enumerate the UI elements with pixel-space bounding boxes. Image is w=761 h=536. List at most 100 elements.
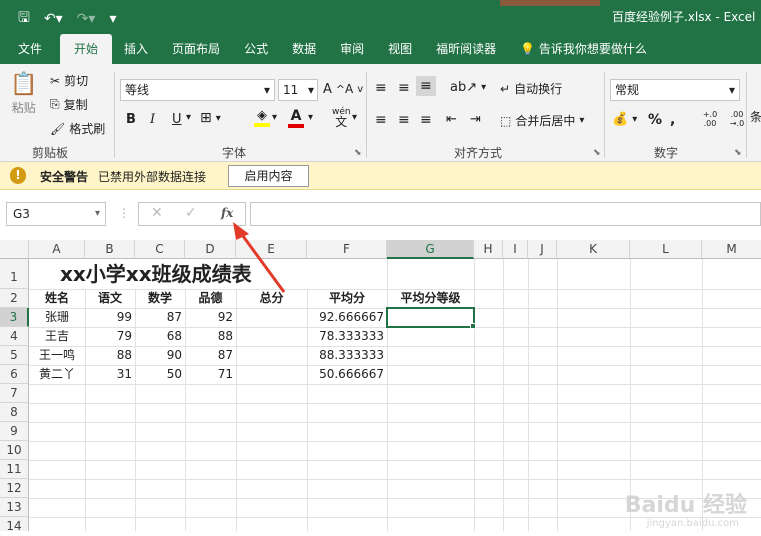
decrease-indent-icon[interactable]: ⇤ bbox=[446, 112, 457, 127]
cell-chinese[interactable]: 99 bbox=[85, 308, 135, 327]
cell-math[interactable]: 50 bbox=[135, 365, 185, 384]
row-header-13[interactable]: 13 bbox=[0, 498, 29, 517]
column-header-l[interactable]: L bbox=[630, 240, 702, 259]
cut-button[interactable]: ✂ 剪切 bbox=[50, 72, 88, 89]
tab-foxit[interactable]: 福昕阅读器 bbox=[424, 34, 508, 64]
insert-function-icon[interactable]: fx bbox=[221, 206, 233, 220]
column-header-f[interactable]: F bbox=[307, 240, 387, 259]
conditional-formatting-button[interactable]: 条 bbox=[750, 108, 761, 125]
font-dialog-launcher-icon[interactable]: ⬊ bbox=[354, 148, 362, 158]
enter-check-icon[interactable]: ✓ bbox=[185, 205, 197, 221]
paste-button[interactable]: 📋 粘贴 bbox=[10, 72, 37, 116]
header-average-grade[interactable]: 平均分等级 bbox=[387, 289, 474, 308]
tab-data[interactable]: 数据 bbox=[280, 34, 328, 64]
column-header-i[interactable]: I bbox=[503, 240, 528, 259]
row-header-9[interactable]: 9 bbox=[0, 422, 29, 441]
column-header-m[interactable]: M bbox=[702, 240, 761, 259]
cell-name[interactable]: 王吉 bbox=[29, 327, 85, 346]
font-name-select[interactable]: 等线 ▾ bbox=[120, 79, 275, 101]
fill-color-dropdown-icon[interactable]: ▾ bbox=[272, 112, 277, 123]
orientation-icon[interactable]: ab↗ ▾ bbox=[450, 80, 486, 95]
header-chinese[interactable]: 语文 bbox=[85, 289, 135, 308]
cell-name[interactable]: 王一鸣 bbox=[29, 346, 85, 365]
format-painter-button[interactable]: 🖌 格式刷 bbox=[50, 120, 105, 137]
column-header-k[interactable]: K bbox=[557, 240, 630, 259]
row-header-12[interactable]: 12 bbox=[0, 479, 29, 498]
phonetic-guide-button[interactable]: wén 文 bbox=[332, 107, 351, 128]
wrap-text-button[interactable]: ↵ 自动换行 bbox=[500, 80, 562, 97]
name-box[interactable]: G3 ▾ bbox=[6, 202, 106, 226]
tell-me-search[interactable]: 💡 告诉我你想要做什么 bbox=[508, 34, 659, 64]
header-math[interactable]: 数学 bbox=[135, 289, 185, 308]
tab-home[interactable]: 开始 bbox=[60, 34, 113, 64]
accounting-format-icon[interactable]: 💰 ▾ bbox=[612, 112, 637, 127]
worksheet-grid[interactable]: A B C D E F G H I J K L M 1 2 3 4 5 6 7 … bbox=[0, 240, 761, 533]
number-dialog-launcher-icon[interactable]: ⬊ bbox=[734, 148, 742, 158]
sheet-title[interactable]: xx小学xx班级成绩表 bbox=[60, 259, 252, 289]
increase-indent-icon[interactable]: ⇥ bbox=[470, 112, 481, 127]
active-cell-g3[interactable] bbox=[386, 307, 475, 328]
column-header-e[interactable]: E bbox=[236, 240, 307, 259]
formula-input[interactable] bbox=[250, 202, 761, 226]
font-color-button[interactable]: A bbox=[288, 108, 304, 128]
cell-morality[interactable]: 87 bbox=[185, 346, 236, 365]
row-header-14[interactable]: 14 bbox=[0, 517, 29, 533]
increase-font-button[interactable]: A ^ bbox=[323, 82, 345, 97]
decrease-decimal-button[interactable]: .00 →.0 bbox=[726, 110, 748, 128]
cell-average[interactable]: 50.666667 bbox=[307, 365, 387, 384]
header-total[interactable]: 总分 bbox=[236, 289, 307, 308]
copy-button[interactable]: ⎘ 复制 bbox=[50, 96, 88, 113]
phonetic-dropdown-icon[interactable]: ▾ bbox=[352, 112, 357, 123]
align-top-icon[interactable]: ≡ bbox=[375, 80, 387, 96]
cancel-icon[interactable]: ✕ bbox=[151, 205, 163, 221]
cell-math[interactable]: 87 bbox=[135, 308, 185, 327]
column-header-c[interactable]: C bbox=[135, 240, 185, 259]
cell-name[interactable]: 张珊 bbox=[29, 308, 85, 327]
undo-icon[interactable]: ↶▾ bbox=[44, 11, 63, 27]
tab-review[interactable]: 审阅 bbox=[328, 34, 376, 64]
save-icon[interactable]: 🖫 bbox=[18, 7, 30, 31]
fill-handle[interactable] bbox=[470, 323, 476, 329]
align-center-icon[interactable]: ≡ bbox=[398, 112, 410, 128]
column-header-b[interactable]: B bbox=[85, 240, 135, 259]
cell-chinese[interactable]: 79 bbox=[85, 327, 135, 346]
cell-average[interactable]: 92.666667 bbox=[307, 308, 387, 327]
row-header-2[interactable]: 2 bbox=[0, 289, 29, 308]
percent-button[interactable]: % bbox=[648, 112, 662, 128]
tab-insert[interactable]: 插入 bbox=[112, 34, 160, 64]
cell-math[interactable]: 68 bbox=[135, 327, 185, 346]
enable-content-button[interactable]: 启用内容 bbox=[228, 165, 309, 187]
borders-button[interactable]: ⊞ ▾ bbox=[200, 110, 221, 126]
cell-math[interactable]: 90 bbox=[135, 346, 185, 365]
align-bottom-icon[interactable]: ≡ bbox=[416, 76, 436, 96]
column-header-h[interactable]: H bbox=[474, 240, 503, 259]
cell-chinese[interactable]: 31 bbox=[85, 365, 135, 384]
customize-qat-icon[interactable]: ▾ bbox=[109, 11, 116, 27]
merge-center-button[interactable]: ⬚ 合并后居中 ▾ bbox=[500, 112, 584, 129]
row-header-8[interactable]: 8 bbox=[0, 403, 29, 422]
bold-button[interactable]: B bbox=[126, 112, 136, 127]
row-header-4[interactable]: 4 bbox=[0, 327, 29, 346]
row-header-5[interactable]: 5 bbox=[0, 346, 29, 365]
tab-view[interactable]: 视图 bbox=[376, 34, 424, 64]
column-header-g[interactable]: G bbox=[387, 240, 474, 259]
underline-button[interactable]: U bbox=[172, 112, 182, 127]
align-left-icon[interactable]: ≡ bbox=[375, 112, 387, 128]
row-header-11[interactable]: 11 bbox=[0, 460, 29, 479]
row-header-10[interactable]: 10 bbox=[0, 441, 29, 460]
italic-button[interactable]: I bbox=[150, 112, 155, 127]
header-average[interactable]: 平均分 bbox=[307, 289, 387, 308]
increase-decimal-button[interactable]: +.0 .00 bbox=[700, 110, 720, 128]
row-header-1[interactable]: 1 bbox=[0, 259, 29, 289]
row-header-6[interactable]: 6 bbox=[0, 365, 29, 384]
tab-file[interactable]: 文件 bbox=[0, 34, 60, 64]
align-right-icon[interactable]: ≡ bbox=[420, 112, 432, 128]
row-header-7[interactable]: 7 bbox=[0, 384, 29, 403]
redo-icon[interactable]: ↷▾ bbox=[77, 11, 96, 27]
header-morality[interactable]: 品德 bbox=[185, 289, 236, 308]
cell-name[interactable]: 黄二丫 bbox=[29, 365, 85, 384]
font-size-select[interactable]: 11 ▾ bbox=[278, 79, 318, 101]
row-header-3[interactable]: 3 bbox=[0, 308, 29, 327]
cell-morality[interactable]: 71 bbox=[185, 365, 236, 384]
cell-average[interactable]: 88.333333 bbox=[307, 346, 387, 365]
